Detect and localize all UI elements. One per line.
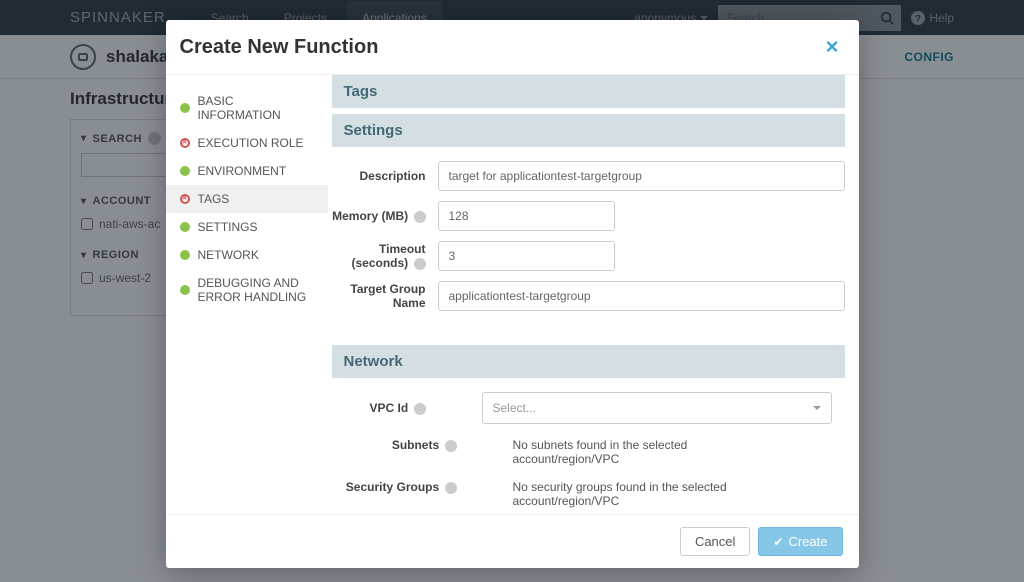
status-dot-icon <box>180 103 190 113</box>
subnets-text: No subnets found in the selected account… <box>469 438 769 466</box>
create-button[interactable]: ✔ Create <box>758 527 842 556</box>
check-icon: ✔ <box>773 535 783 549</box>
sidebar-item-tags[interactable]: TAGS <box>166 185 328 213</box>
status-dot-icon <box>180 166 190 176</box>
sidebar-item-environment[interactable]: ENVIRONMENT <box>166 157 328 185</box>
modal-title: Create New Function <box>180 36 379 59</box>
memory-input[interactable] <box>438 201 615 231</box>
description-label: Description <box>332 169 438 183</box>
timeout-input[interactable] <box>438 241 615 271</box>
sidebar-item-label: EXECUTION ROLE <box>198 136 304 150</box>
sidebar-item-label: DEBUGGING AND ERROR HANDLING <box>198 276 314 304</box>
timeout-label: Timeout (seconds) <box>332 242 438 270</box>
sidebar-item-execution-role[interactable]: EXECUTION ROLE <box>166 129 328 157</box>
modal-header: Create New Function × <box>166 20 859 74</box>
status-dot-icon <box>180 285 190 295</box>
modal-footer: Cancel ✔ Create <box>166 514 859 568</box>
info-icon <box>414 211 426 223</box>
section-settings-header: Settings <box>332 114 845 147</box>
memory-label: Memory (MB) <box>332 209 438 223</box>
sidebar-item-network[interactable]: NETWORK <box>166 241 328 269</box>
info-icon <box>414 403 426 415</box>
status-dot-icon <box>180 138 190 148</box>
targetgroup-label: Target Group Name <box>332 282 438 310</box>
sidebar-item-label: TAGS <box>198 192 230 206</box>
status-dot-icon <box>180 250 190 260</box>
sidebar-item-label: ENVIRONMENT <box>198 164 287 178</box>
sg-text: No security groups found in the selected… <box>469 480 769 508</box>
sidebar-item-label: SETTINGS <box>198 220 258 234</box>
status-dot-icon <box>180 222 190 232</box>
section-network-header: Network <box>332 345 845 378</box>
sidebar-item-debugging[interactable]: DEBUGGING AND ERROR HANDLING <box>166 269 328 311</box>
status-dot-icon <box>180 194 190 204</box>
sg-label: Security Groups <box>332 480 469 494</box>
sidebar-item-settings[interactable]: SETTINGS <box>166 213 328 241</box>
create-label: Create <box>788 534 827 549</box>
subnets-label: Subnets <box>332 438 469 452</box>
modal-main: Tags Settings Description Memory (MB) Ti… <box>328 75 859 514</box>
info-icon <box>445 482 457 494</box>
vpc-placeholder: Select... <box>493 401 536 415</box>
modal-body: BASIC INFORMATION EXECUTION ROLE ENVIRON… <box>166 74 859 514</box>
sidebar-item-label: NETWORK <box>198 248 259 262</box>
info-icon <box>445 440 457 452</box>
network-form: VPC Id Select... Subnets No subnets foun… <box>332 378 845 514</box>
targetgroup-input[interactable] <box>438 281 845 311</box>
sidebar-item-label: BASIC INFORMATION <box>198 94 314 122</box>
modal-sidebar: BASIC INFORMATION EXECUTION ROLE ENVIRON… <box>166 75 328 514</box>
modal: Create New Function × BASIC INFORMATION … <box>166 20 859 568</box>
modal-backdrop: Create New Function × BASIC INFORMATION … <box>0 0 1024 582</box>
info-icon <box>414 258 426 270</box>
close-icon[interactable]: × <box>826 34 839 60</box>
cancel-button[interactable]: Cancel <box>680 527 750 556</box>
description-input[interactable] <box>438 161 845 191</box>
vpc-select[interactable]: Select... <box>482 392 832 424</box>
chevron-down-icon <box>813 406 821 410</box>
vpc-label: VPC Id <box>332 401 438 415</box>
settings-form: Description Memory (MB) Timeout (seconds… <box>332 147 845 327</box>
sidebar-item-basic-information[interactable]: BASIC INFORMATION <box>166 87 328 129</box>
section-tags-header: Tags <box>332 75 845 108</box>
